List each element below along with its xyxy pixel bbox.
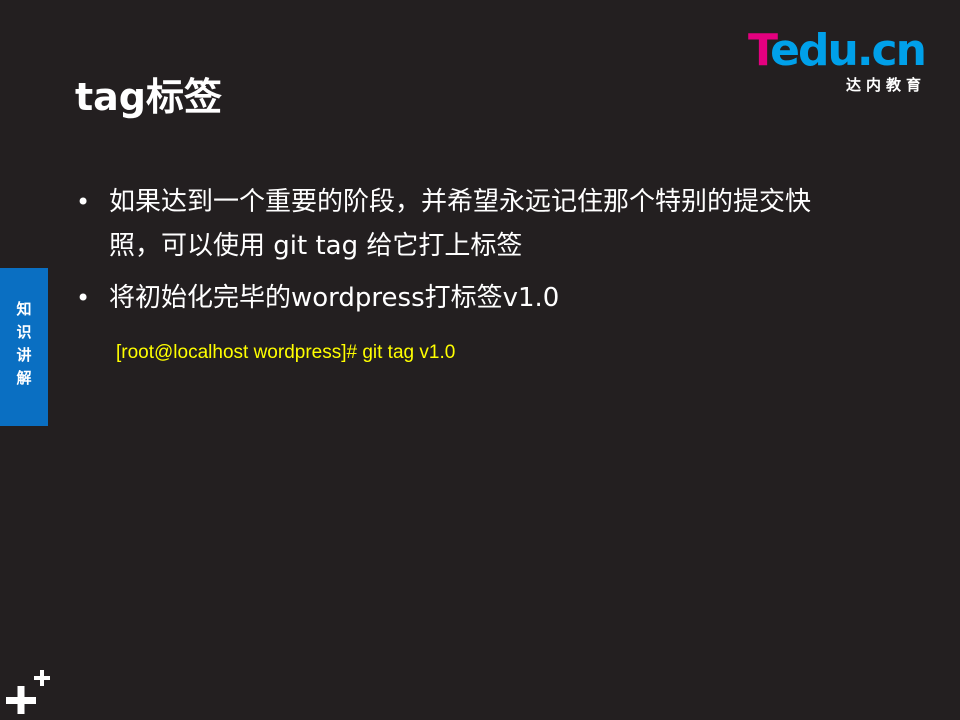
bullet-text: 将初始化完毕的wordpress打标签v1.0 [109, 283, 560, 313]
side-tab: 知识讲解 [0, 268, 48, 426]
logo-letters-rest: edu.cn [770, 25, 927, 76]
slide: Tedu.cn 达内教育 tag标签 知识讲解 • 如果达到一个重要的阶段，并希… [0, 0, 960, 720]
bullet-icon: • [76, 284, 91, 312]
command-line: [root@localhost wordpress]# git tag v1.0 [116, 342, 456, 363]
logo-subtitle: 达内教育 [845, 76, 926, 94]
logo-wordmark: Tedu.cn [748, 25, 927, 76]
slide-title: tag标签 [75, 75, 223, 119]
tedu-logo: Tedu.cn 达内教育 [748, 26, 938, 98]
bullet-icon: • [76, 188, 91, 216]
logo-letter-t: T [748, 25, 772, 76]
bullet-text: 如果达到一个重要的阶段，并希望永远记住那个特别的提交快照，可以使用 git ta… [109, 187, 812, 261]
plus-icon [6, 668, 52, 714]
side-tab-label: 知识讲解 [16, 300, 32, 387]
